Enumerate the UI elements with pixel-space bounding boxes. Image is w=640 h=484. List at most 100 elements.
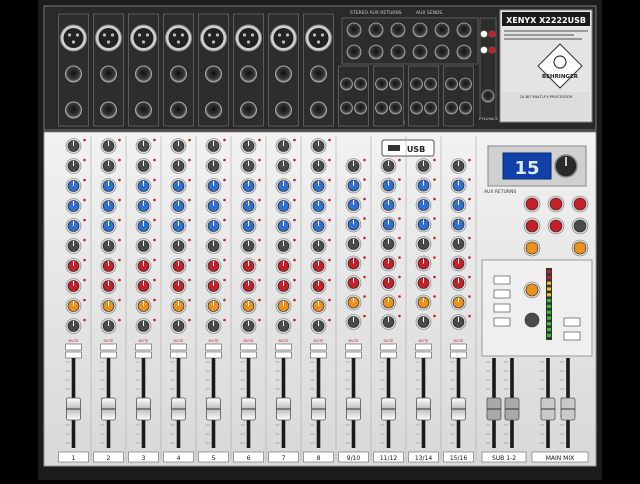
- line-in-left-jack[interactable]: [445, 101, 458, 115]
- indicator-led: [188, 298, 191, 302]
- routing-button[interactable]: [563, 317, 581, 327]
- line-in-right-jack[interactable]: [459, 101, 472, 115]
- routing-button[interactable]: [493, 303, 511, 313]
- channel-number: 13/14: [415, 455, 432, 462]
- solo-button[interactable]: [135, 351, 152, 359]
- line-in-jack[interactable]: [275, 65, 292, 83]
- connector-bay: [408, 65, 439, 127]
- routing-button[interactable]: [493, 317, 511, 327]
- indicator-led: [433, 178, 436, 181]
- line-in-jack[interactable]: [135, 65, 152, 83]
- line-in-right-jack[interactable]: [424, 77, 437, 91]
- line-in-jack[interactable]: [240, 65, 257, 83]
- mute-button[interactable]: [65, 343, 82, 351]
- channel-number: 15/16: [450, 455, 467, 462]
- aux-return-knob[interactable]: [549, 197, 563, 211]
- mute-button[interactable]: [450, 343, 467, 351]
- aux-jack[interactable]: [434, 44, 450, 60]
- line-in-right-jack[interactable]: [389, 77, 402, 91]
- insert-jack[interactable]: [65, 101, 82, 119]
- line-in-right-jack[interactable]: [354, 77, 367, 91]
- indicator-led: [223, 218, 226, 222]
- mute-button[interactable]: [275, 343, 292, 351]
- mute-button[interactable]: [170, 343, 187, 351]
- solo-button[interactable]: [100, 351, 117, 359]
- insert-jack[interactable]: [135, 101, 152, 119]
- meter-led: [547, 310, 551, 314]
- line-in-left-jack[interactable]: [410, 77, 423, 91]
- aux-jack[interactable]: [390, 44, 406, 60]
- aux-jack[interactable]: [368, 22, 384, 38]
- line-in-right-jack[interactable]: [389, 101, 402, 115]
- indicator-led: [468, 158, 471, 162]
- rca-jack[interactable]: [488, 30, 496, 38]
- phones-jack[interactable]: [481, 89, 495, 103]
- aux-return-knob[interactable]: [573, 219, 587, 233]
- mute-button[interactable]: [205, 343, 222, 351]
- mute-button[interactable]: [100, 343, 117, 351]
- mute-button[interactable]: [380, 343, 397, 351]
- solo-button[interactable]: [170, 351, 187, 359]
- aux-jack[interactable]: [456, 44, 472, 60]
- aux-jack[interactable]: [346, 44, 362, 60]
- aux-jack[interactable]: [434, 22, 450, 38]
- solo-button[interactable]: [380, 351, 397, 359]
- aux-return-knob[interactable]: [573, 197, 587, 211]
- insert-jack[interactable]: [100, 101, 117, 119]
- solo-button[interactable]: [275, 351, 292, 359]
- aux-jack[interactable]: [412, 44, 428, 60]
- line-in-jack[interactable]: [310, 65, 327, 83]
- line-in-jack[interactable]: [100, 65, 117, 83]
- solo-button[interactable]: [240, 351, 257, 359]
- aux-return-knob[interactable]: [573, 241, 587, 255]
- solo-button[interactable]: [205, 351, 222, 359]
- insert-jack[interactable]: [275, 101, 292, 119]
- mute-button[interactable]: [345, 343, 362, 351]
- mute-label: MUTE: [209, 339, 219, 343]
- solo-button[interactable]: [345, 351, 362, 359]
- aux-return-knob[interactable]: [549, 219, 563, 233]
- aux-jack[interactable]: [346, 22, 362, 38]
- solo-button[interactable]: [450, 351, 467, 359]
- line-in-left-jack[interactable]: [340, 77, 353, 91]
- line-in-left-jack[interactable]: [340, 101, 353, 115]
- routing-button[interactable]: [493, 289, 511, 299]
- line-in-jack[interactable]: [65, 65, 82, 83]
- indicator-led: [433, 256, 436, 259]
- aux-return-knob[interactable]: [525, 197, 539, 211]
- aux-jack[interactable]: [412, 22, 428, 38]
- aux-jack[interactable]: [368, 44, 384, 60]
- line-in-jack[interactable]: [170, 65, 187, 83]
- line-in-left-jack[interactable]: [410, 101, 423, 115]
- solo-button[interactable]: [65, 351, 82, 359]
- solo-button[interactable]: [310, 351, 327, 359]
- line-in-left-jack[interactable]: [375, 77, 388, 91]
- solo-button[interactable]: [415, 351, 432, 359]
- aux-return-knob[interactable]: [525, 219, 539, 233]
- aux-jack[interactable]: [390, 22, 406, 38]
- mute-button[interactable]: [310, 343, 327, 351]
- mute-button[interactable]: [415, 343, 432, 351]
- indicator-led: [328, 278, 331, 282]
- insert-jack[interactable]: [170, 101, 187, 119]
- mute-button[interactable]: [135, 343, 152, 351]
- usb-level-knob[interactable]: [524, 312, 540, 328]
- routing-button[interactable]: [563, 331, 581, 341]
- insert-jack[interactable]: [310, 101, 327, 119]
- insert-jack[interactable]: [205, 101, 222, 119]
- rca-jack[interactable]: [480, 46, 488, 54]
- rca-jack[interactable]: [488, 46, 496, 54]
- routing-button[interactable]: [493, 275, 511, 285]
- line-in-right-jack[interactable]: [424, 101, 437, 115]
- phones-level-knob[interactable]: [525, 283, 539, 297]
- line-in-left-jack[interactable]: [375, 101, 388, 115]
- aux-jack[interactable]: [456, 22, 472, 38]
- line-in-left-jack[interactable]: [445, 77, 458, 91]
- insert-jack[interactable]: [240, 101, 257, 119]
- line-in-right-jack[interactable]: [354, 101, 367, 115]
- mute-button[interactable]: [240, 343, 257, 351]
- aux-return-knob[interactable]: [525, 241, 539, 255]
- line-in-jack[interactable]: [205, 65, 222, 83]
- line-in-right-jack[interactable]: [459, 77, 472, 91]
- rca-jack[interactable]: [480, 30, 488, 38]
